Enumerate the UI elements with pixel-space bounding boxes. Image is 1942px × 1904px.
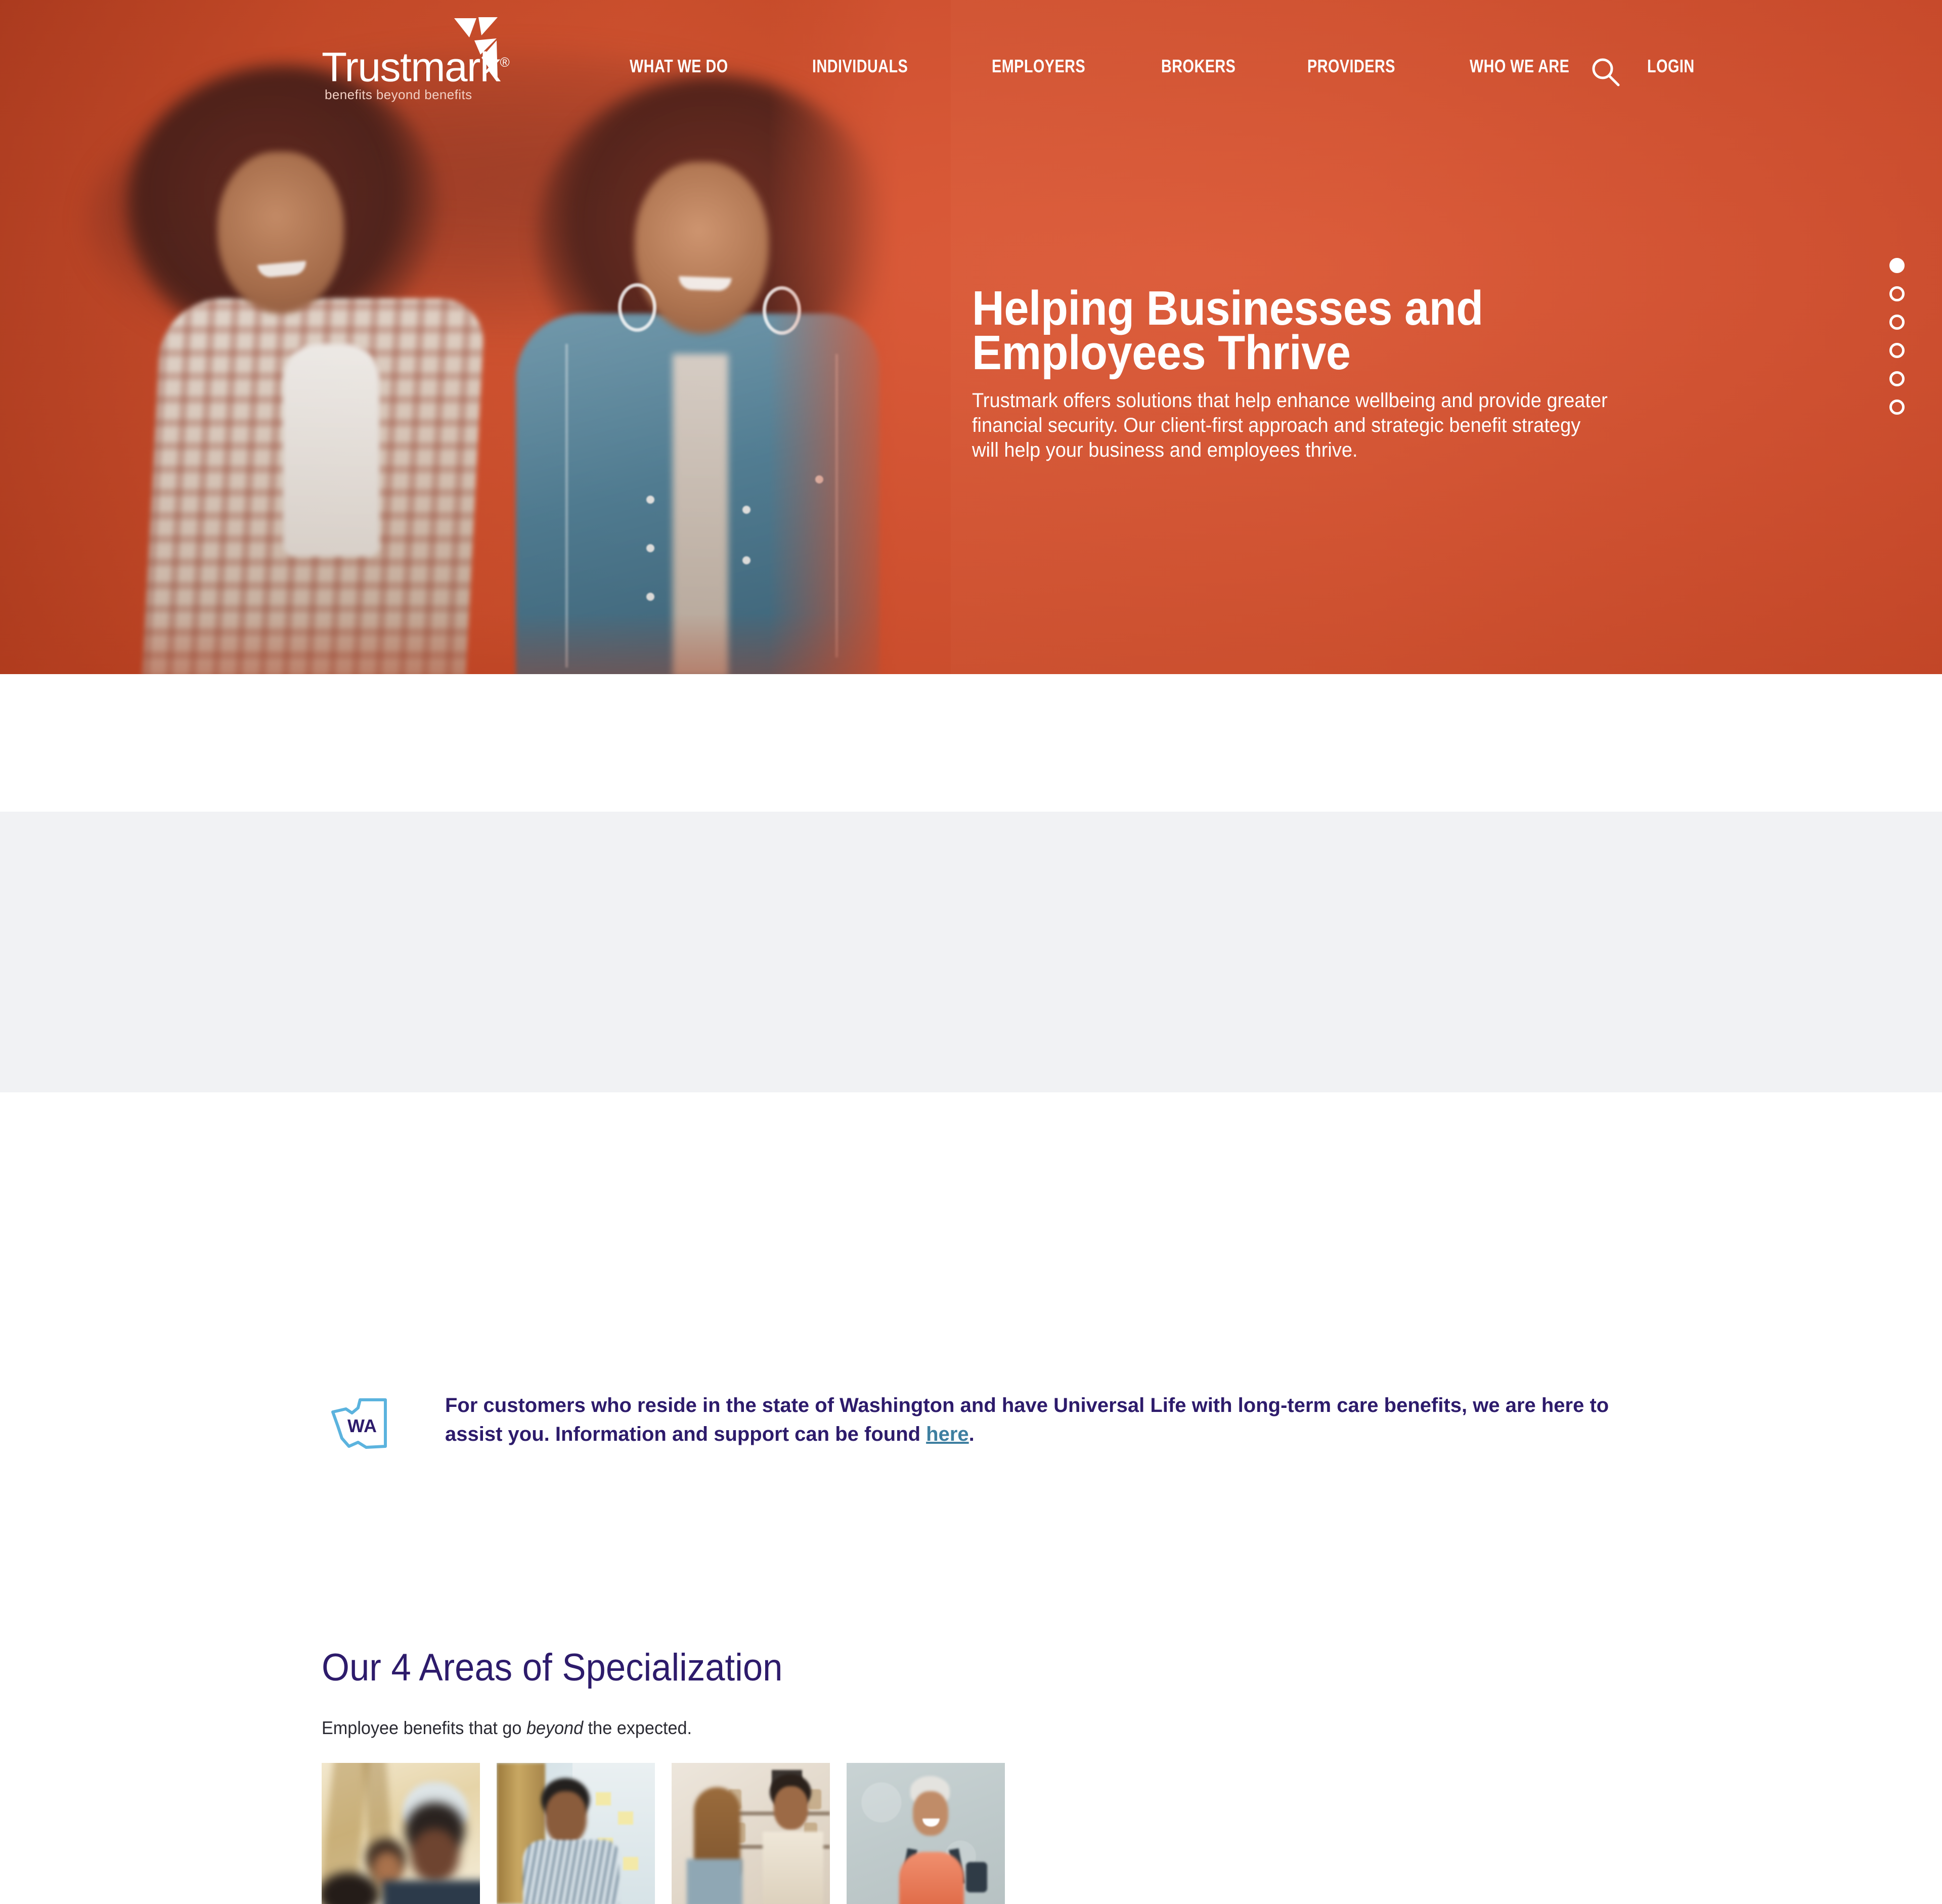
hero-headline-line-1: Helping Businesses and	[972, 281, 1483, 335]
carousel-dot-1[interactable]	[1889, 258, 1905, 273]
spec-sub-emphasis: beyond	[526, 1717, 584, 1738]
washington-state-outline-icon: WA	[329, 1396, 389, 1450]
wa-badge-label: WA	[347, 1415, 377, 1436]
nav-item-what-we-do[interactable]: WHAT WE DO	[630, 56, 728, 77]
specialization-section: Our 4 Areas of Specialization Employee b…	[0, 812, 1942, 1904]
search-icon	[1592, 58, 1620, 86]
specialization-heading: Our 4 Areas of Specialization	[322, 1646, 783, 1689]
notice-text-before: For customers who reside in the state of…	[445, 1394, 1609, 1445]
nav-item-individuals[interactable]: INDIVIDUALS	[812, 56, 908, 77]
notice-text-after: .	[968, 1423, 975, 1445]
spec-sub-before: Employee benefits that go	[322, 1717, 526, 1738]
nav-item-login[interactable]: LOGIN	[1647, 56, 1695, 77]
nav-item-who-we-are[interactable]: WHO WE ARE	[1470, 56, 1569, 77]
search-button[interactable]	[1589, 56, 1622, 89]
spec-sub-after: the expected.	[583, 1717, 692, 1738]
hero-copy: Helping Businesses and Employees Thrive …	[972, 281, 1645, 463]
nav-item-brokers[interactable]: BROKERS	[1161, 56, 1235, 77]
site-header: Trustmark® benefits beyond benefits WHAT…	[0, 0, 1942, 152]
registered-mark: ®	[500, 55, 509, 70]
logo-tagline: benefits beyond benefits	[325, 87, 472, 102]
specialization-cards	[322, 1763, 1005, 1904]
hero-carousel-dots[interactable]	[1889, 258, 1905, 428]
woman-in-sportswear-photo	[847, 1763, 1005, 1904]
logo[interactable]: Trustmark® benefits beyond benefits	[322, 15, 510, 102]
specialization-card-1[interactable]	[322, 1763, 480, 1904]
carousel-dot-6[interactable]	[1889, 400, 1905, 415]
hero-subhead: Trustmark offers solutions that help enh…	[972, 389, 1608, 461]
specialization-card-3[interactable]	[672, 1763, 830, 1904]
notice-text: For customers who reside in the state of…	[445, 1391, 1623, 1449]
carousel-dot-5[interactable]	[1889, 371, 1905, 386]
specialization-card-4[interactable]	[847, 1763, 1005, 1904]
hero-headline: Helping Businesses and Employees Thrive	[972, 281, 1591, 380]
carousel-dot-3[interactable]	[1889, 315, 1905, 330]
nav-item-providers[interactable]: PROVIDERS	[1307, 56, 1395, 77]
specialization-subheading: Employee benefits that go beyond the exp…	[322, 1717, 692, 1739]
carousel-dot-4[interactable]	[1889, 343, 1905, 358]
nav-item-employers[interactable]: EMPLOYERS	[992, 56, 1085, 77]
notice-here-link[interactable]: here	[926, 1423, 969, 1445]
carousel-dot-2[interactable]	[1889, 286, 1905, 301]
logo-wordmark: Trustmark®	[322, 44, 510, 91]
family-outdoors-photo	[322, 1763, 480, 1904]
washington-notice-banner: WA For customers who reside in the state…	[0, 674, 1942, 1449]
man-in-striped-shirt-office-photo	[497, 1763, 655, 1904]
specialization-card-2[interactable]	[497, 1763, 655, 1904]
main-navigation: WHAT WE DO INDIVIDUALS EMPLOYERS BROKERS…	[630, 56, 1706, 77]
hero-headline-line-2: Employees Thrive	[972, 326, 1351, 380]
two-people-in-shop-photo	[672, 1763, 830, 1904]
